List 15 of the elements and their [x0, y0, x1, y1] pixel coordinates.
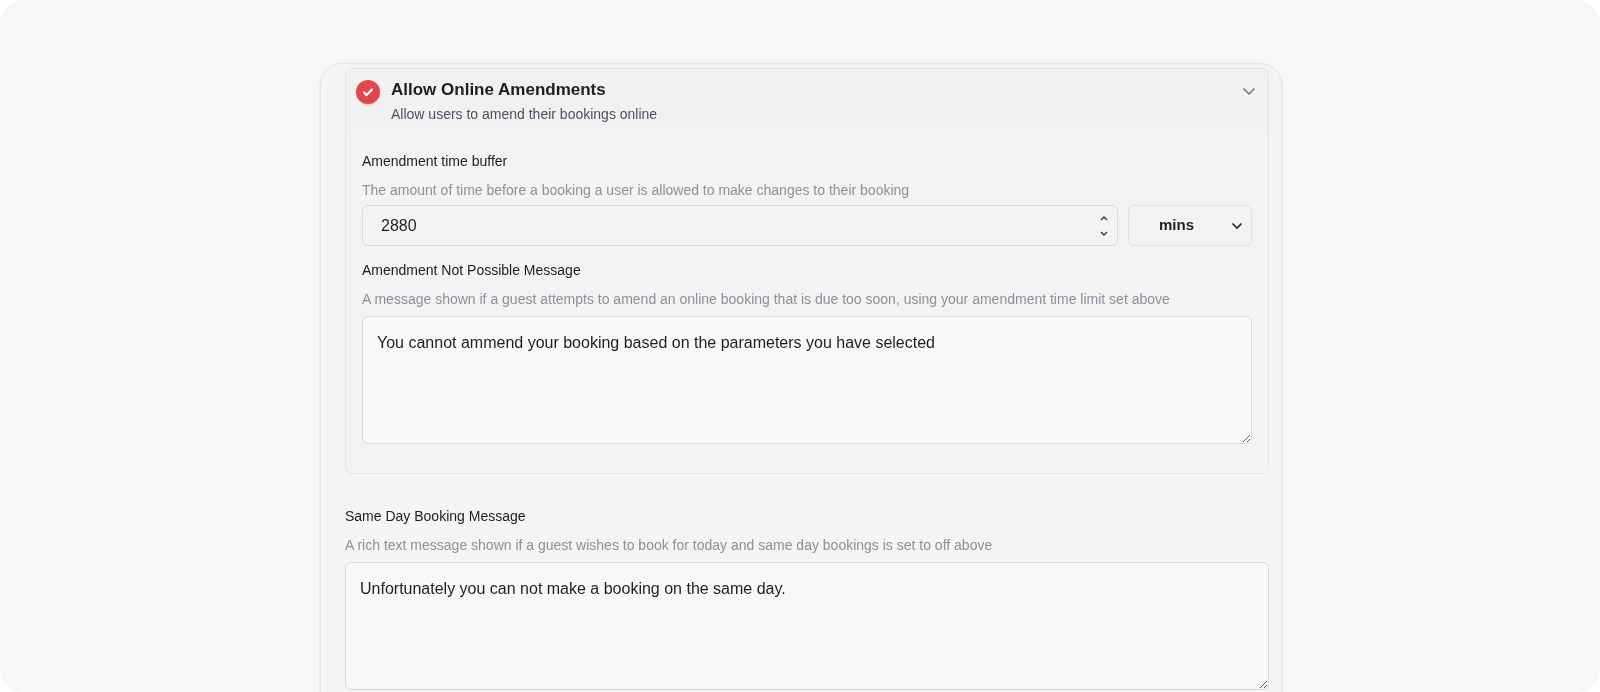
section-subtitle: Allow users to amend their bookings online — [391, 105, 659, 124]
field-label: Amendment Not Possible Message — [362, 261, 582, 280]
chevron-icon[interactable] — [1242, 87, 1256, 96]
number-input[interactable]: 2880 — [362, 205, 1118, 246]
unit-select[interactable]: mins — [1128, 205, 1252, 246]
field-help: A message shown if a guest attempts to amend an online booking that is due too soon, using your amendment time limit set above — [362, 290, 1171, 309]
field-help: The amount of time before a booking a user is allowed to make changes to their booking — [362, 181, 911, 200]
section-title: Allow Online Amendments — [391, 79, 607, 101]
field-help: A rich text message shown if a guest wishes to book for today and same day bookings is set to off above — [345, 536, 994, 555]
field-label: Amendment time buffer — [362, 152, 509, 171]
input-value: 2880 — [381, 215, 418, 236]
message-textarea[interactable]: You cannot ammend your booking based on the parameters you have selected — [362, 316, 1252, 444]
caret-icon — [1231, 221, 1243, 230]
field-label: Same Day Booking Message — [345, 507, 527, 526]
message-textarea[interactable]: Unfortunately you can not make a booking on the same day. — [345, 562, 1269, 690]
